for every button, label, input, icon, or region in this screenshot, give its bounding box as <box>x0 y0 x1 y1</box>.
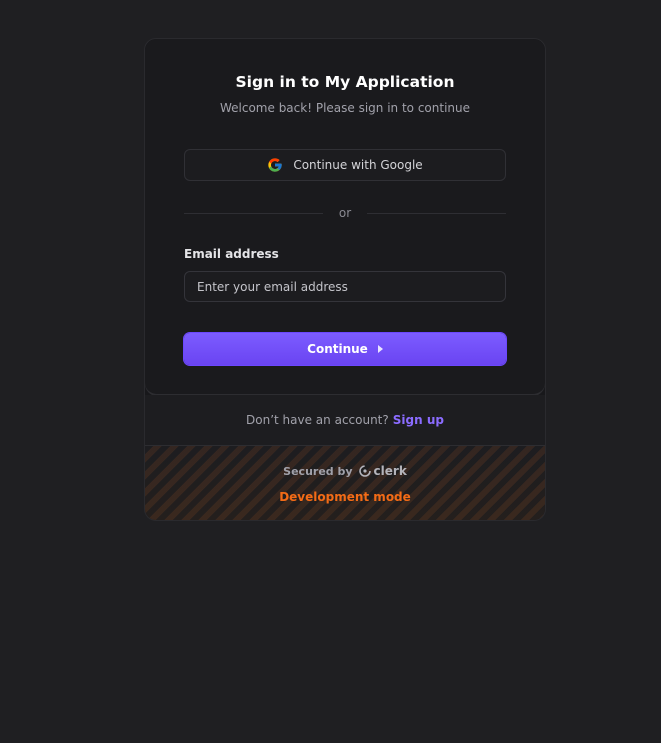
or-divider: or <box>184 205 506 221</box>
clerk-logo-icon <box>358 465 371 477</box>
email-label: Email address <box>184 247 279 261</box>
development-mode-badge: Development mode <box>279 490 411 504</box>
divider-line-right <box>367 212 506 214</box>
google-icon <box>268 158 282 172</box>
caret-right-icon <box>377 345 383 353</box>
continue-button[interactable]: Continue <box>184 333 506 365</box>
sign-up-link[interactable]: Sign up <box>393 413 444 427</box>
divider-text: or <box>338 206 352 220</box>
clerk-brand-text: clerk <box>373 464 407 478</box>
divider-line-left <box>184 212 323 214</box>
page-title: Sign in to My Application <box>235 73 455 91</box>
signup-prompt-text: Don’t have an account? <box>246 413 389 427</box>
clerk-logo[interactable]: clerk <box>358 464 407 478</box>
signup-prompt: Don’t have an account? Sign up <box>145 395 545 445</box>
secured-by-text: Secured by <box>283 464 353 478</box>
page-subtitle: Welcome back! Please sign in to continue <box>219 101 471 115</box>
secured-by: Secured by clerk <box>145 464 545 478</box>
email-field[interactable] <box>184 271 506 302</box>
sign-in-main: Sign in to My Application Welcome back! … <box>145 39 545 395</box>
google-button-label: Continue with Google <box>293 158 423 172</box>
sign-in-card: Sign in to My Application Welcome back! … <box>144 38 546 521</box>
footer: Secured by clerk Development mode <box>145 445 545 520</box>
continue-with-google-button[interactable]: Continue with Google <box>184 149 506 181</box>
continue-button-label: Continue <box>307 342 368 356</box>
